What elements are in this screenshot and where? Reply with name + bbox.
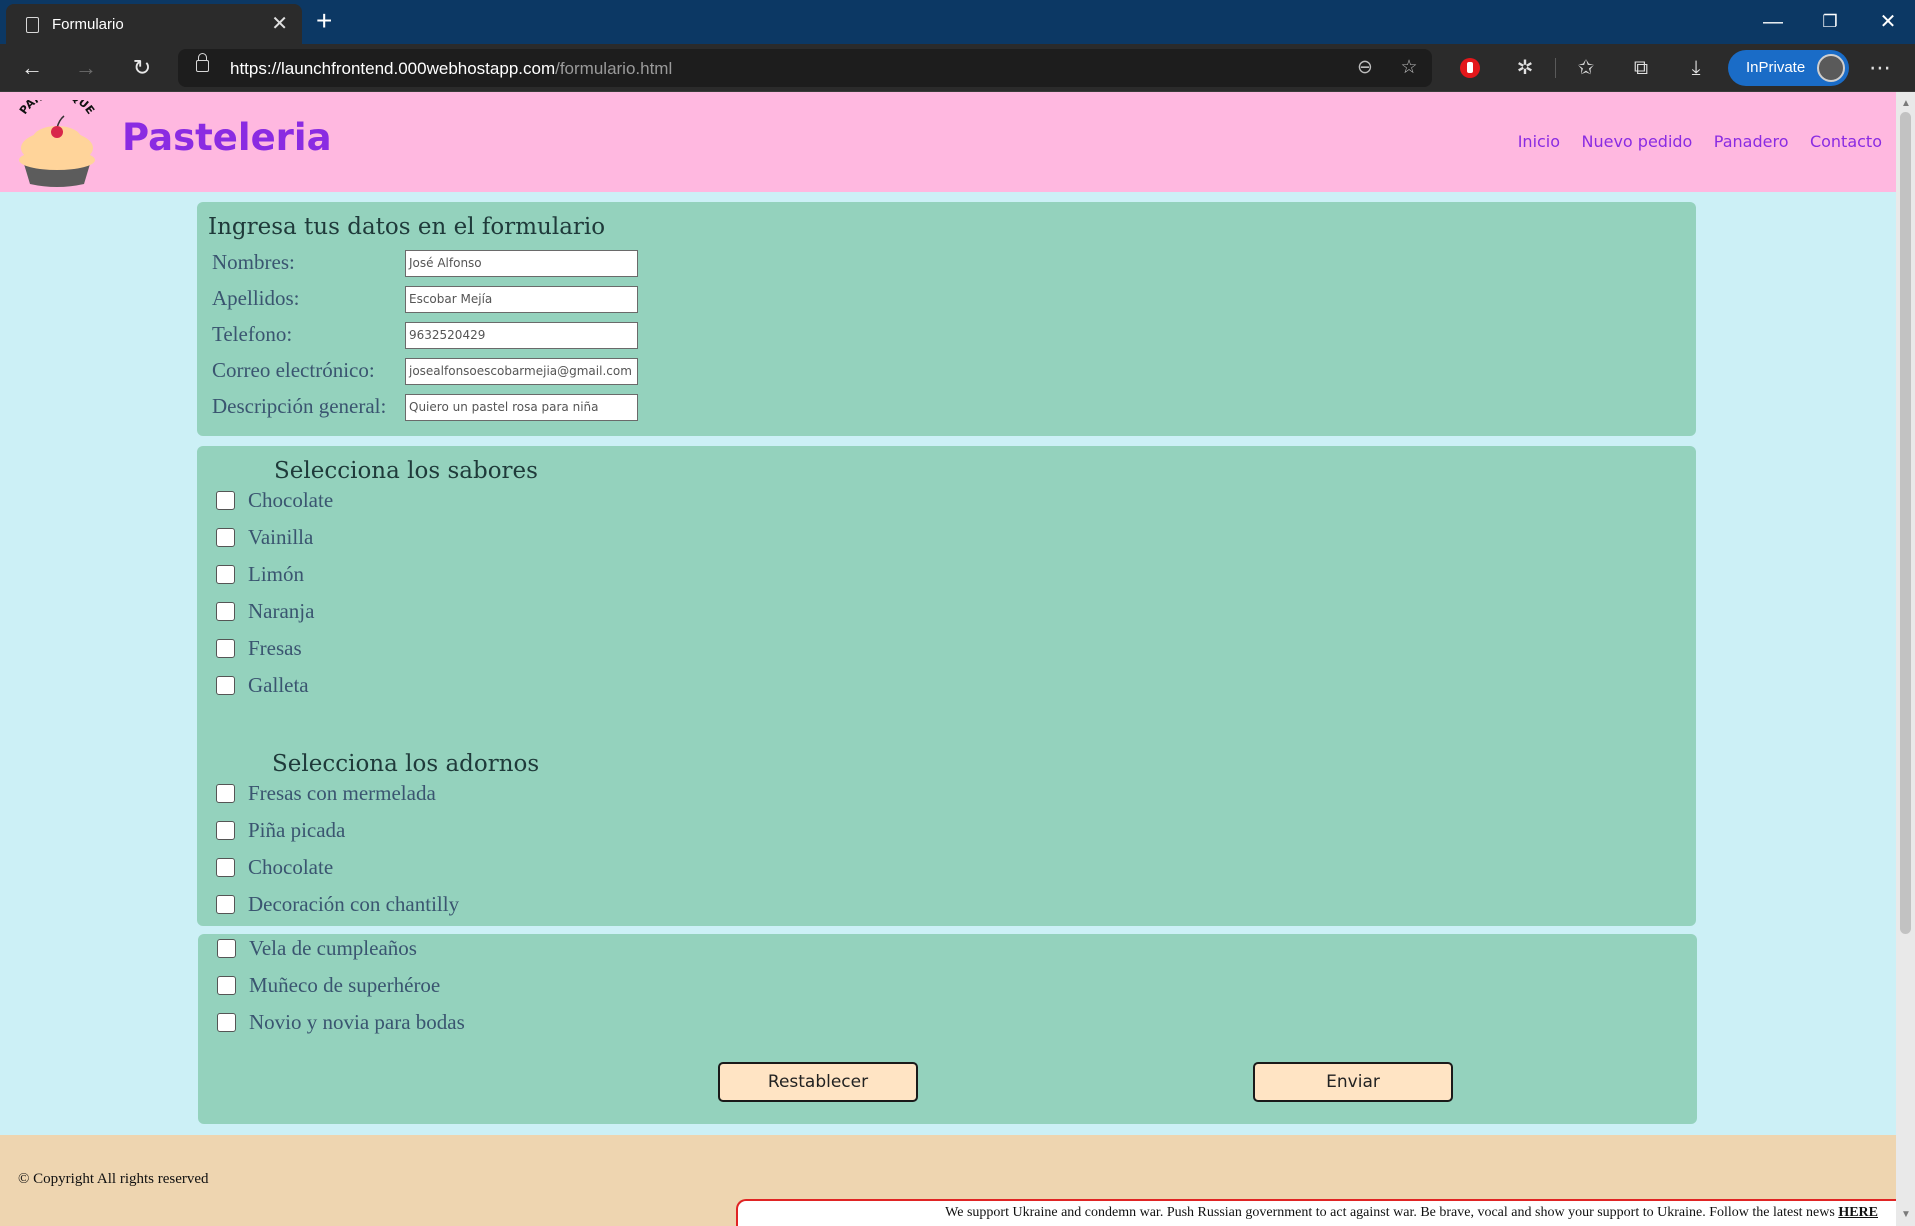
- close-tab-icon[interactable]: ✕: [271, 12, 288, 36]
- add-favorite-icon[interactable]: ☆: [1396, 55, 1422, 81]
- adornos-heading: Selecciona los adornos: [272, 751, 540, 777]
- browser-tab[interactable]: Formulario ✕: [6, 4, 302, 44]
- adorno-label: Chocolate: [248, 855, 334, 879]
- new-tab-button[interactable]: +: [316, 6, 332, 36]
- sabor-label: Limón: [248, 562, 304, 586]
- descripcion-label: Descripción general:: [212, 394, 387, 418]
- tab-title: Formulario: [52, 16, 124, 33]
- minimize-icon[interactable]: —: [1753, 8, 1793, 36]
- telefono-input[interactable]: 9632520429: [405, 322, 638, 349]
- downloads-icon[interactable]: ⤓: [1681, 53, 1711, 83]
- avatar: [1817, 54, 1845, 82]
- sabor-label: Chocolate: [248, 488, 334, 512]
- adorno-checkbox[interactable]: [216, 858, 235, 877]
- page-icon: [26, 17, 39, 33]
- cupcake-logo[interactable]: PANQUEQUE: [14, 100, 100, 188]
- site-nav: Inicio Nuevo pedido Panadero Contacto: [1501, 132, 1882, 152]
- restore-icon[interactable]: ❐: [1810, 8, 1850, 36]
- sabor-checkbox[interactable]: [216, 639, 235, 658]
- svg-text:PANQUEQUE: PANQUEQUE: [17, 100, 97, 117]
- inprivate-profile-button[interactable]: InPrivate: [1728, 50, 1849, 86]
- submit-button[interactable]: Enviar: [1253, 1062, 1453, 1102]
- nav-link-nuevo-pedido[interactable]: Nuevo pedido: [1582, 132, 1693, 151]
- page-viewport: PANQUEQUE Pasteleria Inicio Nuevo pedido…: [0, 92, 1896, 1226]
- adorno-checkbox[interactable]: [216, 784, 235, 803]
- nombres-input[interactable]: José Alfonso: [405, 250, 638, 277]
- sabor-checkbox[interactable]: [216, 676, 235, 695]
- extensions-icon[interactable]: ✲: [1510, 53, 1540, 83]
- zoom-out-icon[interactable]: ⊖: [1352, 55, 1378, 81]
- more-options-icon[interactable]: ⋯: [1864, 53, 1896, 83]
- sabor-label: Fresas: [248, 636, 302, 660]
- apellidos-label: Apellidos:: [212, 286, 300, 310]
- sabor-checkbox[interactable]: [216, 602, 235, 621]
- scroll-up-arrow-icon[interactable]: ▲: [1901, 98, 1911, 109]
- tracking-prevention-icon[interactable]: [1460, 58, 1480, 78]
- apellidos-input[interactable]: Escobar Mejía: [405, 286, 638, 313]
- adorno-label: Muñeco de superhéroe: [249, 973, 441, 997]
- site-title: Pasteleria: [122, 116, 332, 159]
- collections-icon[interactable]: ⧉: [1626, 53, 1656, 83]
- adorno-label: Fresas con mermelada: [248, 781, 436, 805]
- address-bar[interactable]: https://launchfrontend.000webhostapp.com…: [178, 49, 1432, 87]
- nav-link-contacto[interactable]: Contacto: [1810, 132, 1882, 151]
- url-text[interactable]: https://launchfrontend.000webhostapp.com…: [230, 59, 672, 79]
- adornos-continued-section: Vela de cumpleaños Muñeco de superhéroe …: [198, 934, 1697, 1124]
- telefono-label: Telefono:: [212, 322, 293, 346]
- datos-form-section: Ingresa tus datos en el formulario Nombr…: [197, 202, 1696, 436]
- sabor-label: Naranja: [248, 599, 315, 623]
- sabores-adornos-section: Selecciona los sabores Chocolate Vainill…: [197, 446, 1696, 926]
- sabor-label: Galleta: [248, 673, 309, 697]
- correo-label: Correo electrónico:: [212, 358, 375, 382]
- favorites-icon[interactable]: ✩: [1571, 53, 1601, 83]
- nombres-label: Nombres:: [212, 250, 295, 274]
- nav-link-panadero[interactable]: Panadero: [1714, 132, 1789, 151]
- sabor-checkbox[interactable]: [216, 565, 235, 584]
- toolbar-divider: [1555, 58, 1556, 78]
- page-scrollbar[interactable]: ▲ ▼: [1896, 92, 1915, 1226]
- adorno-checkbox[interactable]: [217, 939, 236, 958]
- datos-heading: Ingresa tus datos en el formulario: [208, 214, 606, 240]
- inprivate-label: InPrivate: [1746, 59, 1806, 76]
- refresh-icon[interactable]: ↻: [126, 53, 158, 83]
- sabor-checkbox[interactable]: [216, 528, 235, 547]
- sabores-heading: Selecciona los sabores: [274, 458, 538, 484]
- descripcion-input[interactable]: Quiero un pastel rosa para niña: [405, 394, 638, 421]
- nav-link-inicio[interactable]: Inicio: [1518, 132, 1560, 151]
- banner-link[interactable]: HERE: [1838, 1205, 1878, 1220]
- site-header: PANQUEQUE Pasteleria Inicio Nuevo pedido…: [0, 92, 1896, 192]
- adorno-checkbox[interactable]: [217, 976, 236, 995]
- browser-titlebar: Formulario ✕ + — ❐ ✕: [0, 0, 1915, 44]
- adorno-checkbox[interactable]: [217, 1013, 236, 1032]
- forward-arrow-icon[interactable]: →: [70, 53, 102, 83]
- ukraine-support-banner: We support Ukraine and condemn war. Push…: [736, 1199, 1896, 1226]
- reset-button[interactable]: Restablecer: [718, 1062, 918, 1102]
- adorno-label: Decoración con chantilly: [248, 892, 460, 916]
- adorno-label: Novio y novia para bodas: [249, 1010, 465, 1034]
- lock-icon[interactable]: [196, 53, 209, 72]
- correo-input[interactable]: josealfonsoescobarmejia@gmail.com: [405, 358, 638, 385]
- adorno-checkbox[interactable]: [216, 895, 235, 914]
- sabor-label: Vainilla: [248, 525, 314, 549]
- adorno-label: Vela de cumpleaños: [249, 936, 417, 960]
- browser-toolbar: ← → ↻ https://launchfrontend.000webhosta…: [0, 44, 1915, 92]
- close-window-icon[interactable]: ✕: [1868, 8, 1908, 36]
- copyright-text: © Copyright All rights reserved: [18, 1171, 209, 1187]
- scroll-down-arrow-icon[interactable]: ▼: [1901, 1209, 1911, 1220]
- adorno-checkbox[interactable]: [216, 821, 235, 840]
- back-arrow-icon[interactable]: ←: [16, 53, 48, 83]
- adorno-label: Piña picada: [248, 818, 346, 842]
- sabor-checkbox[interactable]: [216, 491, 235, 510]
- scrollbar-thumb[interactable]: [1900, 112, 1911, 934]
- banner-message: We support Ukraine and condemn war. Push…: [945, 1205, 1878, 1220]
